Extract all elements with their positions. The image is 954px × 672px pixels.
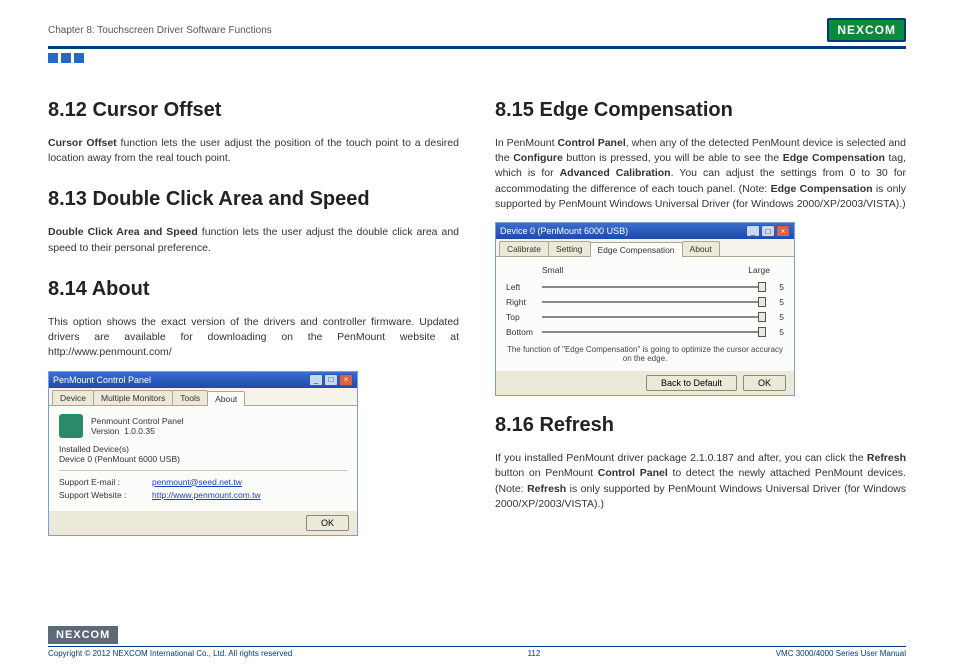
tab-multiple-monitors[interactable]: Multiple Monitors (93, 390, 173, 405)
minimize-icon[interactable]: _ (746, 225, 760, 237)
para-8-14: This option shows the exact version of t… (48, 315, 459, 361)
para-8-12: Cursor Offset function lets the user adj… (48, 136, 459, 166)
tab-edge-compensation[interactable]: Edge Compensation (590, 242, 683, 257)
bottom-label: Bottom (506, 327, 536, 337)
close-icon[interactable]: × (339, 374, 353, 386)
edge-comp-window: Device 0 (PenMount 6000 USB) _ □ × Calib… (495, 222, 795, 396)
about-window-title: PenMount Control Panel (53, 375, 151, 385)
about-name: Penmount Control Panel (91, 416, 184, 426)
left-label: Left (506, 282, 536, 292)
copyright: Copyright © 2012 NEXCOM International Co… (48, 649, 292, 658)
ok-button-2[interactable]: OK (743, 375, 786, 391)
large-label: Large (748, 265, 770, 275)
version-value: 1.0.0.35 (124, 426, 155, 436)
footer-brand-logo: NEXCOM (48, 626, 118, 644)
tab-about-2[interactable]: About (682, 241, 720, 256)
brand-logo: NEXCOM (827, 18, 906, 42)
right-label: Right (506, 297, 536, 307)
para-8-13: Double Click Area and Speed function let… (48, 225, 459, 255)
left-value: 5 (772, 282, 784, 292)
about-icon (59, 414, 83, 438)
heading-8-14: 8.14 About (48, 278, 459, 301)
para-8-15: In PenMount Control Panel, when any of t… (495, 136, 906, 212)
top-slider[interactable] (542, 316, 766, 318)
minimize-icon[interactable]: _ (309, 374, 323, 386)
edge-window-title: Device 0 (PenMount 6000 USB) (500, 226, 628, 236)
decorative-blocks (48, 53, 906, 63)
doc-title: VMC 3000/4000 Series User Manual (776, 649, 906, 658)
left-slider[interactable] (542, 286, 766, 288)
tab-setting[interactable]: Setting (548, 241, 590, 256)
support-email-link[interactable]: penmount@seed.net.tw (152, 477, 242, 487)
installed-device: Device 0 (PenMount 6000 USB) (59, 454, 347, 464)
support-web-label: Support Website : (59, 490, 144, 500)
ok-button[interactable]: OK (306, 515, 349, 531)
para-8-16: If you installed PenMount driver package… (495, 451, 906, 512)
tab-calibrate[interactable]: Calibrate (499, 241, 549, 256)
tab-about[interactable]: About (207, 391, 245, 406)
maximize-icon[interactable]: □ (761, 225, 775, 237)
tab-device[interactable]: Device (52, 390, 94, 405)
about-window: PenMount Control Panel _ □ × Device Mult… (48, 371, 358, 536)
maximize-icon[interactable]: □ (324, 374, 338, 386)
footer-rule (48, 646, 906, 647)
page-number: 112 (528, 649, 541, 658)
window-buttons: _ □ × (746, 225, 790, 237)
header-rule (48, 46, 906, 49)
chapter-label: Chapter 8: Touchscreen Driver Software F… (48, 25, 272, 36)
version-label: Version (91, 426, 119, 436)
bottom-slider[interactable] (542, 331, 766, 333)
right-value: 5 (772, 297, 784, 307)
support-web-link[interactable]: http://www.penmount.com.tw (152, 490, 261, 500)
tab-tools[interactable]: Tools (172, 390, 208, 405)
support-email-label: Support E-mail : (59, 477, 144, 487)
back-default-button[interactable]: Back to Default (646, 375, 737, 391)
bottom-value: 5 (772, 327, 784, 337)
right-slider[interactable] (542, 301, 766, 303)
small-label: Small (542, 265, 563, 275)
window-buttons: _ □ × (309, 374, 353, 386)
heading-8-16: 8.16 Refresh (495, 414, 906, 437)
top-label: Top (506, 312, 536, 322)
edge-note: The function of "Edge Compensation" is g… (506, 345, 784, 363)
heading-8-12: 8.12 Cursor Offset (48, 99, 459, 122)
heading-8-15: 8.15 Edge Compensation (495, 99, 906, 122)
top-value: 5 (772, 312, 784, 322)
installed-label: Installed Device(s) (59, 444, 347, 454)
close-icon[interactable]: × (776, 225, 790, 237)
heading-8-13: 8.13 Double Click Area and Speed (48, 188, 459, 211)
